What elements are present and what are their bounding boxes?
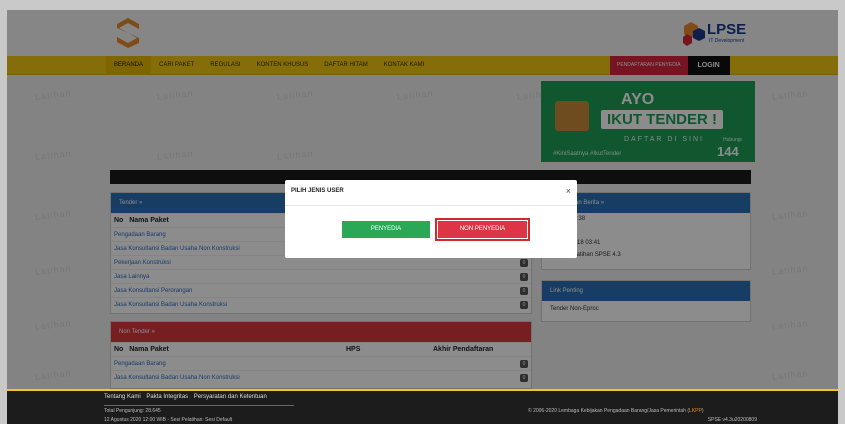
penyedia-button[interactable]: PENYEDIA bbox=[342, 221, 430, 238]
visitor-count: Total Pengunjung: 28.645 bbox=[104, 408, 161, 414]
session-datetime: 12 Agustus 2020 12:00 WIB - Sesi Pelatih… bbox=[104, 417, 233, 423]
non-penyedia-button[interactable]: NON PENYEDIA bbox=[438, 221, 527, 238]
version-label: SPSE v4.3u20200809 bbox=[707, 417, 757, 423]
site-footer: Tentang Kami Pakta Integritas Persyarata… bbox=[7, 389, 838, 424]
footer-divider bbox=[104, 405, 294, 406]
footer-links: Tentang Kami Pakta Integritas Persyarata… bbox=[104, 394, 271, 400]
footer-link-tentang[interactable]: Tentang Kami bbox=[104, 394, 141, 400]
browser-viewport: Latihan Latihan Latihan Latihan Latihan … bbox=[7, 10, 838, 424]
lkpp-link[interactable]: LKPP bbox=[689, 408, 702, 414]
copyright-text: © 2006-2020 Lembaga Kebijakan Pengadaan … bbox=[528, 408, 690, 414]
close-icon[interactable]: × bbox=[566, 186, 571, 196]
copyright-end: ) bbox=[701, 408, 704, 414]
copyright: © 2006-2020 Lembaga Kebijakan Pengadaan … bbox=[528, 408, 704, 414]
modal-title: PILIH JENIS USER bbox=[291, 188, 344, 194]
modal-divider bbox=[285, 205, 577, 206]
footer-link-pakta[interactable]: Pakta Integritas bbox=[146, 394, 188, 400]
footer-link-persyaratan[interactable]: Persyaratan dan Ketentuan bbox=[194, 394, 267, 400]
user-type-modal: PILIH JENIS USER × PENYEDIA NON PENYEDIA bbox=[285, 180, 577, 258]
